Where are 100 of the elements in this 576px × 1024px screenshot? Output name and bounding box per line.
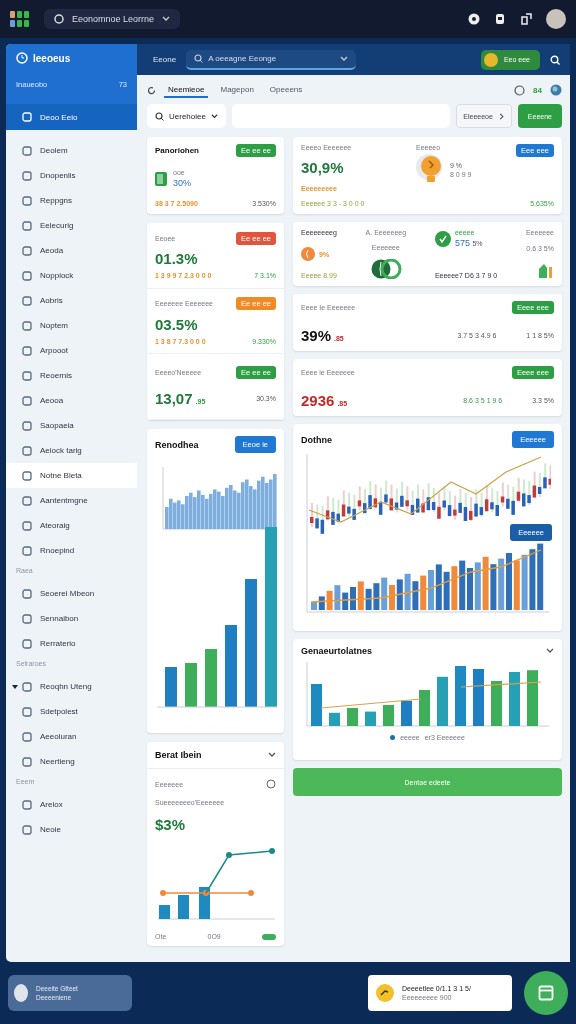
- bar: [347, 708, 358, 726]
- tablet-icon[interactable]: [494, 13, 506, 25]
- square-icon: [22, 731, 32, 742]
- sidebar-item[interactable]: Noptem: [6, 313, 137, 338]
- square-icon: [22, 220, 32, 231]
- flame-icon: [301, 247, 315, 261]
- sidebar-item[interactable]: Aeoda: [6, 238, 137, 263]
- sidebar-item[interactable]: Reoernis: [6, 363, 137, 388]
- square-icon: [22, 370, 32, 381]
- sidebar-item[interactable]: Saopaeia: [6, 413, 137, 438]
- square-icon: [22, 145, 32, 156]
- bar: [178, 895, 189, 919]
- sidebar-item[interactable]: Sennaibon: [6, 606, 137, 631]
- sidebar-item[interactable]: Neoie: [6, 817, 137, 842]
- stat-value: 01.3%: [155, 249, 198, 267]
- sidebar-item[interactable]: Seoerel Mbeon: [6, 581, 137, 606]
- tab[interactable]: Magepon: [216, 82, 258, 98]
- square-icon: [22, 295, 32, 306]
- square-icon: [22, 112, 32, 122]
- bar: [185, 663, 197, 707]
- square-icon: [22, 588, 32, 599]
- search-icon[interactable]: [550, 54, 560, 65]
- sidebar-item[interactable]: Aeeoluran: [6, 724, 137, 749]
- circle-icon[interactable]: [266, 779, 276, 789]
- sidebar-item[interactable]: Deoo Eeio: [6, 104, 137, 130]
- square-icon: [22, 270, 32, 281]
- globe-icon[interactable]: [550, 84, 562, 96]
- window-icon: [538, 985, 554, 1001]
- bar: [491, 681, 502, 726]
- sidebar-item[interactable]: Aantentmgne: [6, 488, 137, 513]
- share-icon[interactable]: [520, 13, 532, 25]
- tab[interactable]: Opeeens: [265, 82, 307, 98]
- apps-icon[interactable]: [10, 11, 30, 27]
- record-icon[interactable]: [468, 13, 480, 25]
- rising-line-series: [205, 848, 275, 894]
- avatar[interactable]: [546, 9, 566, 29]
- sidebar-item[interactable]: Reoqhn Uteng: [6, 674, 137, 699]
- header-label: Eeone: [153, 55, 177, 64]
- sidebar-item[interactable]: Sdetpolest: [6, 699, 137, 724]
- stat-value: 30%: [173, 178, 191, 188]
- bar: [437, 676, 448, 726]
- caret-icon[interactable]: [12, 683, 18, 690]
- workspace-selector[interactable]: Eeonomnoe Leorrne: [44, 9, 181, 29]
- sidebar-item[interactable]: Aeiock tarig: [6, 438, 137, 463]
- refresh-icon[interactable]: [147, 85, 156, 95]
- stat-value: $3%: [155, 816, 187, 833]
- chart-title: Dothne: [301, 434, 332, 445]
- chevron-icon[interactable]: [268, 751, 276, 759]
- bar: [311, 684, 322, 726]
- chevron-icon: [210, 112, 218, 120]
- card-title: Panoriohen: [155, 146, 199, 155]
- stat-value: 03.5%: [155, 315, 198, 333]
- bar: [419, 690, 430, 726]
- square-icon: [22, 245, 32, 256]
- sidebar-item[interactable]: Neertieng: [6, 749, 137, 774]
- check-circle-icon: [434, 230, 451, 247]
- bar: [365, 711, 376, 726]
- square-icon: [22, 799, 32, 810]
- search-dropdown[interactable]: A oeeagne Eeonge: [186, 49, 357, 70]
- sidebar-item[interactable]: Noppiock: [6, 263, 137, 288]
- clock-icon: [16, 52, 28, 64]
- sidebar-item[interactable]: Aeooa: [6, 388, 137, 413]
- sidebar-item[interactable]: Dnopenlis: [6, 163, 137, 188]
- chevron-icon: [498, 112, 505, 120]
- bar: [159, 905, 170, 919]
- sidebar-item[interactable]: Ateoraig: [6, 513, 137, 538]
- coin-icon: [376, 984, 394, 1002]
- square-icon: [22, 706, 32, 717]
- sidebar-item[interactable]: Areiox: [6, 792, 137, 817]
- window-button[interactable]: [524, 971, 568, 1015]
- clock-icon[interactable]: [514, 84, 526, 96]
- chart-title: Renodhea: [155, 439, 199, 450]
- sidebar-item[interactable]: Aobris: [6, 288, 137, 313]
- sidebar-title: Ieeoeus: [33, 52, 71, 64]
- toggle-switch[interactable]: [262, 933, 276, 940]
- chevron-icon[interactable]: [546, 647, 554, 655]
- sidebar-item[interactable]: Arpooot: [6, 338, 137, 363]
- sidebar-item[interactable]: Deolem: [6, 138, 137, 163]
- bar: [383, 705, 394, 726]
- sidebar-item[interactable]: Notne Bleta: [6, 463, 137, 488]
- sidebar-item[interactable]: Reppgns: [6, 188, 137, 213]
- square-icon: [22, 320, 32, 331]
- filter-dropdown[interactable]: Uerehoiee: [147, 104, 226, 128]
- square-icon: [22, 170, 32, 181]
- sidebar-item[interactable]: Rerraterio: [6, 631, 137, 656]
- bar: [199, 887, 210, 919]
- sidebar-item[interactable]: Rnoepind: [6, 538, 137, 563]
- sidebar-item[interactable]: Eelecurig: [6, 213, 137, 238]
- chevron-icon: [340, 54, 349, 63]
- bar: [329, 712, 340, 726]
- bar: [205, 649, 217, 707]
- count-label: 84: [533, 85, 542, 95]
- chevron-icon: [162, 15, 171, 23]
- square-icon: [22, 495, 32, 506]
- square-icon: [22, 470, 32, 481]
- tab[interactable]: Neemieoe: [164, 82, 209, 98]
- square-icon: [22, 420, 32, 431]
- legend-dot: [390, 735, 396, 740]
- square-icon: [22, 824, 32, 835]
- document-icon: [155, 170, 169, 187]
